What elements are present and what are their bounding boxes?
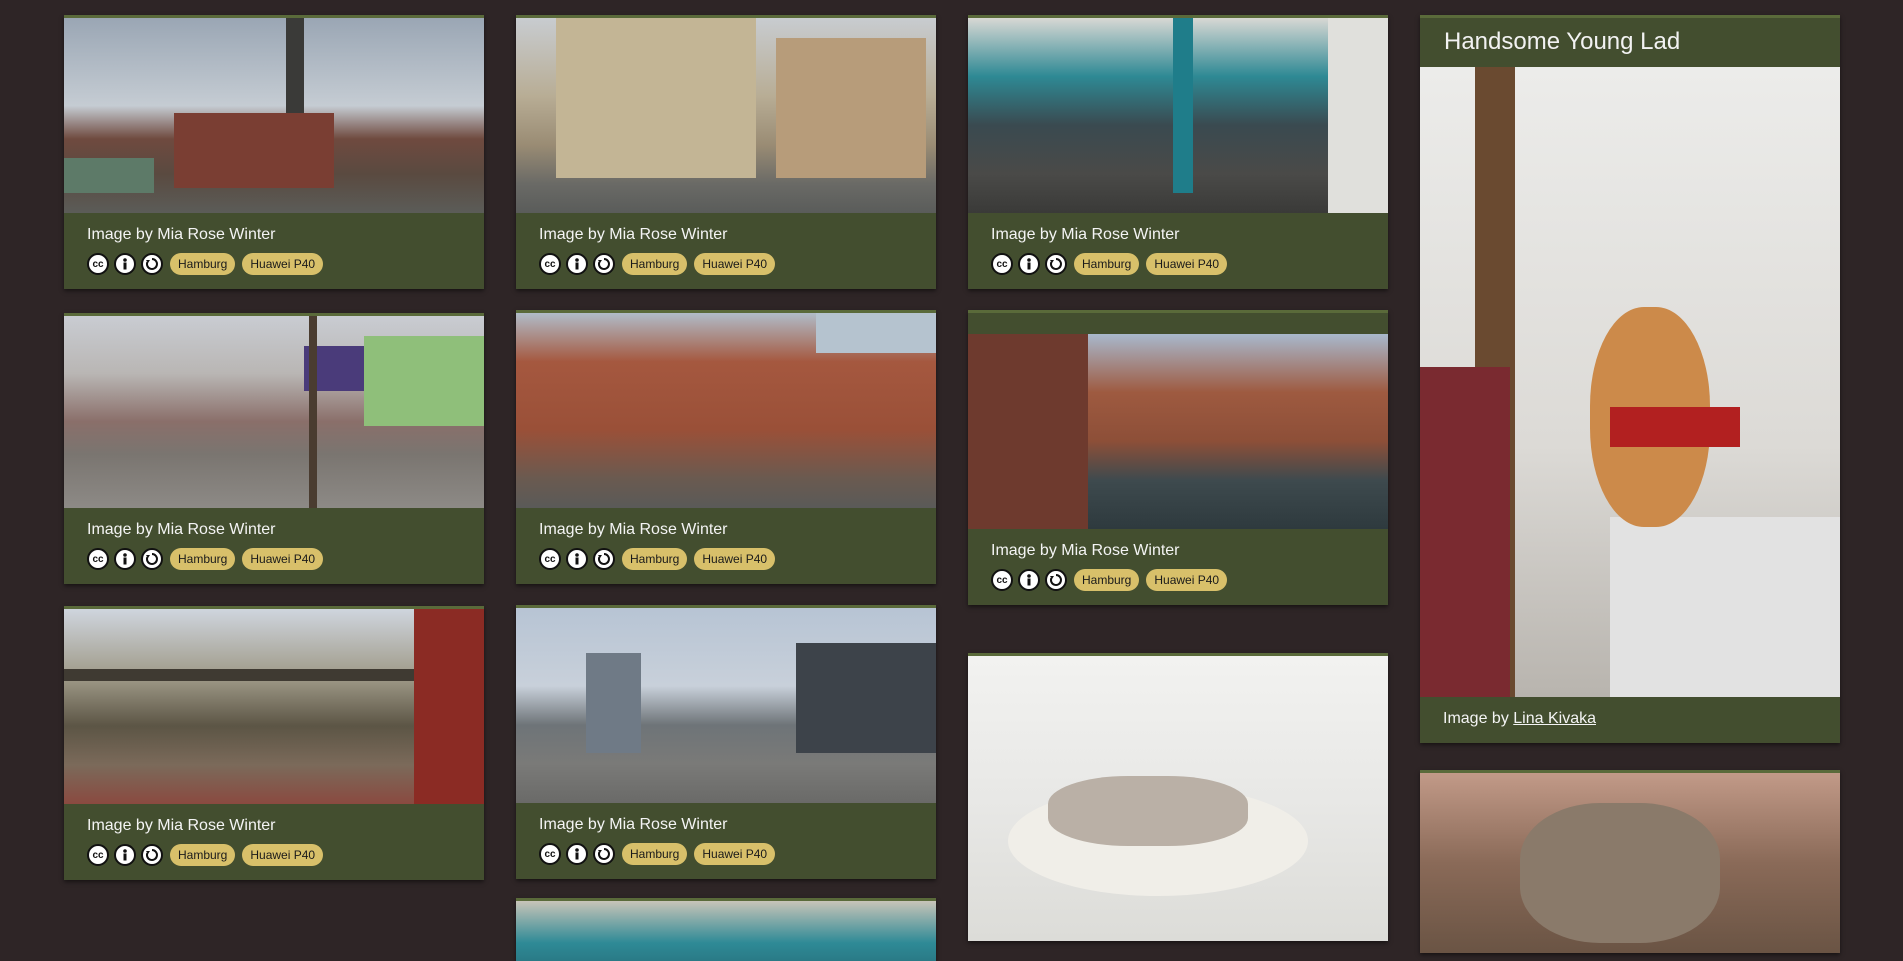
tag-location[interactable]: Hamburg: [170, 844, 236, 866]
tag-location[interactable]: Hamburg: [1074, 253, 1140, 275]
tag-camera[interactable]: Huawei P40: [694, 253, 776, 275]
sa-icon[interactable]: [1045, 569, 1067, 591]
photo-office-buildings[interactable]: [516, 18, 936, 213]
photo-subway-station[interactable]: [516, 901, 936, 961]
cc-icon[interactable]: cc: [87, 253, 109, 275]
photo-credit: Image by Mia Rose Winter: [539, 521, 728, 538]
photo-station[interactable]: [64, 609, 484, 804]
by-icon[interactable]: [114, 253, 136, 275]
photo-credit: Image by Mia Rose Winter: [87, 521, 276, 538]
photo-kitten-lying[interactable]: [968, 656, 1388, 941]
cc-icon[interactable]: cc: [539, 843, 561, 865]
photo-credit: Image by Mia Rose Winter: [539, 816, 728, 833]
photo-subway-platform[interactable]: [968, 18, 1388, 213]
photographer-link[interactable]: Lina Kivaka: [1513, 710, 1596, 727]
sa-icon[interactable]: [141, 844, 163, 866]
by-icon[interactable]: [566, 253, 588, 275]
photo-card: Image by Mia Rose Winter cc Hamburg Huaw…: [64, 313, 484, 584]
photo-card: [968, 653, 1388, 941]
sa-icon[interactable]: [141, 253, 163, 275]
photo-card: Image by Mia Rose Winter cc Hamburg Huaw…: [516, 310, 936, 584]
photo-credit: Image by Lina Kivaka: [1443, 710, 1596, 727]
tag-location[interactable]: Hamburg: [622, 548, 688, 570]
photo-card: [516, 898, 936, 961]
photo-brick-warehouses[interactable]: [516, 313, 936, 508]
cc-icon[interactable]: cc: [539, 548, 561, 570]
photo-credit: Image by Mia Rose Winter: [87, 226, 276, 243]
photo-bridge-skyline[interactable]: [516, 608, 936, 803]
sa-icon[interactable]: [593, 548, 615, 570]
tag-location[interactable]: Hamburg: [1074, 569, 1140, 591]
sa-icon[interactable]: [1045, 253, 1067, 275]
photo-canal[interactable]: [968, 334, 1388, 529]
by-icon[interactable]: [114, 548, 136, 570]
by-icon[interactable]: [566, 843, 588, 865]
tag-camera[interactable]: Huawei P40: [694, 843, 776, 865]
sa-icon[interactable]: [593, 843, 615, 865]
photo-card: [1420, 770, 1840, 953]
sa-icon[interactable]: [141, 548, 163, 570]
tag-camera[interactable]: Huawei P40: [694, 548, 776, 570]
photo-credit: Image by Mia Rose Winter: [87, 817, 276, 834]
photo-card: Image by Mia Rose Winter cc Hamburg Huaw…: [516, 605, 936, 879]
photo-card: Image by Mia Rose Winter cc Hamburg Huaw…: [64, 15, 484, 289]
photo-card: Image by Mia Rose Winter cc Hamburg Huaw…: [968, 15, 1388, 289]
tag-camera[interactable]: Huawei P40: [1146, 253, 1228, 275]
photo-card-titled: Handsome Young Lad Image by Lina Kivaka: [1420, 15, 1840, 743]
tag-camera[interactable]: Huawei P40: [1146, 569, 1228, 591]
photo-church[interactable]: [64, 18, 484, 213]
card-title: Handsome Young Lad: [1444, 28, 1681, 55]
photo-kitten-sleeping[interactable]: [1420, 773, 1840, 953]
photo-street[interactable]: [64, 316, 484, 508]
tag-camera[interactable]: Huawei P40: [242, 844, 324, 866]
photo-card: Image by Mia Rose Winter cc Hamburg Huaw…: [516, 15, 936, 289]
photo-credit: Image by Mia Rose Winter: [991, 226, 1180, 243]
by-icon[interactable]: [114, 844, 136, 866]
card-title: [968, 313, 1388, 334]
photo-credit: Image by Mia Rose Winter: [539, 226, 728, 243]
tag-camera[interactable]: Huawei P40: [242, 548, 324, 570]
tag-location[interactable]: Hamburg: [622, 843, 688, 865]
cc-icon[interactable]: cc: [87, 548, 109, 570]
cc-icon[interactable]: cc: [991, 253, 1013, 275]
by-icon[interactable]: [1018, 569, 1040, 591]
cc-icon[interactable]: cc: [539, 253, 561, 275]
photo-credit: Image by Mia Rose Winter: [991, 542, 1180, 559]
cc-icon[interactable]: cc: [991, 569, 1013, 591]
photo-card-titled: Image by Mia Rose Winter cc Hamburg Huaw…: [968, 310, 1388, 605]
cc-icon[interactable]: cc: [87, 844, 109, 866]
by-icon[interactable]: [566, 548, 588, 570]
photo-card: Image by Mia Rose Winter cc Hamburg Huaw…: [64, 606, 484, 880]
tag-location[interactable]: Hamburg: [170, 548, 236, 570]
sa-icon[interactable]: [593, 253, 615, 275]
tag-location[interactable]: Hamburg: [170, 253, 236, 275]
tag-camera[interactable]: Huawei P40: [242, 253, 324, 275]
by-icon[interactable]: [1018, 253, 1040, 275]
photo-cat-sitting[interactable]: [1420, 67, 1840, 697]
tag-location[interactable]: Hamburg: [622, 253, 688, 275]
